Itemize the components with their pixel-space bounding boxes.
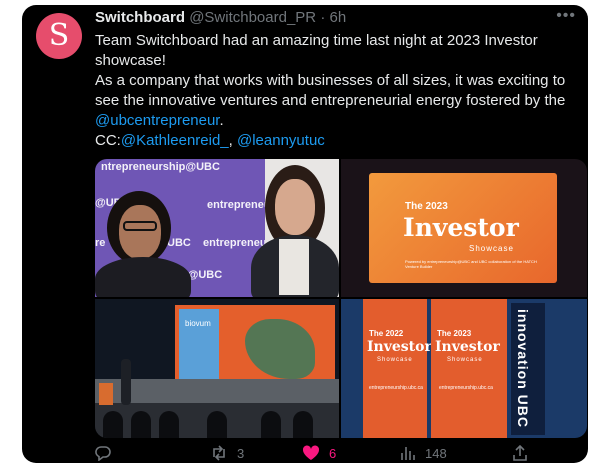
media-grid: ntrepreneurship@UBC entre @UBC entrepren… (95, 159, 587, 438)
more-options-icon[interactable]: ••• (556, 7, 576, 25)
action-bar: 3 6 148 (90, 445, 570, 461)
slide-year: The 2023 (405, 201, 448, 212)
like-count: 6 (329, 445, 337, 461)
white-top (279, 239, 309, 295)
wall-text: re (95, 237, 106, 249)
innovation-banner-text: innovation UBC (515, 309, 531, 428)
glasses (123, 221, 157, 231)
tweet-text: Team Switchboard had an amazing time las… (95, 31, 581, 151)
reply-icon (95, 446, 111, 461)
audience-head (103, 411, 123, 438)
banner-2023-title: Investor (435, 339, 500, 355)
handle[interactable]: @Switchboard_PR (189, 9, 316, 26)
audience-head (293, 411, 313, 438)
avatar[interactable]: S (36, 13, 82, 59)
share-button[interactable] (512, 445, 528, 461)
like-button[interactable]: 6 (302, 445, 336, 461)
banner-2022-title: Investor (367, 339, 432, 355)
banner-2022-url: entrepreneurship.ubc.ca (369, 385, 423, 391)
views-button[interactable]: 148 (400, 445, 447, 461)
display-name[interactable]: Switchboard (95, 9, 185, 26)
tweet-line-2-text: As a company that works with businesses … (95, 72, 566, 109)
wall-text: entrepreneu (203, 237, 267, 249)
share-icon (513, 445, 527, 461)
comma: , (228, 132, 233, 149)
banner-2022-year: The 2022 (369, 329, 404, 338)
audience-head (159, 411, 179, 438)
analytics-icon (401, 447, 415, 460)
photo-banners[interactable]: The 2022 Investor Showcase entrepreneurs… (341, 299, 587, 438)
photo-two-women[interactable]: ntrepreneurship@UBC entre @UBC entrepren… (95, 159, 339, 297)
heart-icon (302, 445, 320, 460)
banner-2022: The 2022 Investor Showcase entrepreneurs… (363, 299, 432, 438)
stage-screen-label: biovum (185, 319, 211, 328)
audience-head (131, 411, 151, 438)
tweet-header: Switchboard @Switchboard_PR · 6h (95, 9, 346, 26)
wall-text: ntrepreneurship@UBC (101, 161, 220, 173)
tweet-card[interactable]: S Switchboard @Switchboard_PR · 6h ••• T… (22, 5, 588, 463)
audience-head (207, 411, 227, 438)
tweet-line-1: Team Switchboard had an amazing time las… (95, 32, 538, 69)
cc-label: CC: (95, 132, 121, 149)
retweet-icon (213, 445, 225, 461)
wall-text: UBC (167, 237, 191, 249)
banner-2023-url: entrepreneurship.ubc.ca (439, 385, 493, 391)
slide-title: Investor (403, 213, 519, 242)
retweet-count: 3 (237, 445, 245, 461)
slide-subtitle: Showcase (469, 244, 514, 253)
photo-stage-presentation[interactable]: biovum (95, 299, 339, 438)
tweet-line-2: As a company that works with businesses … (95, 71, 581, 131)
retweet-button[interactable]: 3 (210, 445, 244, 461)
person-right-face (275, 179, 315, 235)
timestamp[interactable]: 6h (329, 9, 346, 26)
photo-investor-slide[interactable]: The 2023 Investor Showcase Powered by en… (341, 159, 587, 297)
period: . (219, 112, 224, 129)
mention-ubcentrepreneur[interactable]: @ubcentrepreneur (95, 112, 219, 129)
audience-head (261, 411, 281, 438)
banner-2022-sub: Showcase (377, 357, 413, 363)
slide-fine-print: Powered by entrepreneurship@UBC and UBC … (405, 259, 537, 269)
banner-2023-year: The 2023 (437, 329, 472, 338)
person-left-body (95, 257, 191, 297)
views-count: 148 (425, 445, 447, 461)
person-left-face (119, 205, 161, 259)
projector-screen: The 2023 Investor Showcase Powered by en… (369, 173, 557, 283)
avatar-letter: S (48, 18, 70, 53)
mention-kathleenreid[interactable]: @Kathleenreid_ (121, 132, 229, 149)
innovation-banner: innovation UBC (511, 303, 545, 435)
presenter (121, 359, 131, 405)
banner-2023-sub: Showcase (447, 357, 483, 363)
tweet-cc-line: CC:@Kathleenreid_, @leannyutuc (95, 131, 581, 151)
banner-2023: The 2023 Investor Showcase entrepreneurs… (431, 299, 507, 438)
reply-button[interactable] (94, 445, 121, 461)
stage-sign (99, 383, 113, 405)
separator: · (320, 9, 326, 26)
mention-leannyutuc[interactable]: @leannyutuc (237, 132, 325, 149)
